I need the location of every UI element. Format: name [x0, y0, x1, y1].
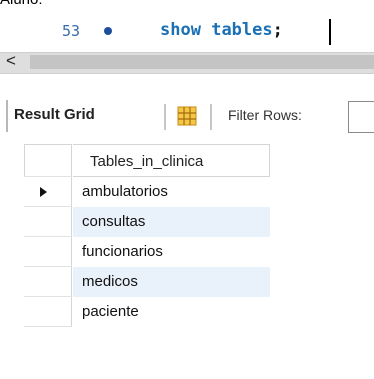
breakpoint-dot-icon[interactable]	[104, 27, 112, 35]
table-cell[interactable]: ambulatorios	[73, 177, 270, 207]
toolbar-separator	[6, 100, 8, 132]
table-row[interactable]: medicos	[24, 267, 270, 297]
table-row[interactable]: ambulatorios	[24, 177, 270, 207]
table-row[interactable]: paciente	[24, 297, 270, 327]
toolbar-separator	[210, 104, 212, 130]
table-cell[interactable]: funcionarios	[73, 237, 270, 267]
table-cell[interactable]: paciente	[73, 297, 270, 327]
sql-keyword-tables: tables	[211, 20, 273, 40]
scroll-left-icon[interactable]: <	[6, 51, 16, 71]
result-table: Tables_in_clinica ambulatorios consultas…	[24, 144, 270, 327]
text-caret	[329, 19, 331, 45]
table-row[interactable]: consultas	[24, 207, 270, 237]
row-indicator-header[interactable]	[24, 144, 72, 177]
toolbar-separator	[164, 104, 166, 130]
top-cropped-text: Aluno:	[0, 0, 43, 8]
row-indicator[interactable]	[24, 297, 72, 327]
row-indicator[interactable]	[24, 207, 72, 237]
row-indicator[interactable]	[24, 267, 72, 297]
table-cell[interactable]: medicos	[73, 267, 270, 297]
row-indicator[interactable]	[24, 177, 72, 207]
scrollbar-thumb[interactable]	[30, 55, 374, 69]
row-indicator[interactable]	[24, 237, 72, 267]
filter-rows-label: Filter Rows:	[228, 107, 302, 123]
result-grid-tab[interactable]: Result Grid	[14, 106, 95, 123]
sql-editor-line[interactable]: show tables;	[160, 20, 283, 40]
row-selected-arrow-icon	[40, 187, 47, 197]
table-header-row: Tables_in_clinica	[24, 144, 270, 177]
grid-view-icon[interactable]	[177, 106, 197, 126]
editor-line-number: 53	[62, 22, 81, 40]
filter-rows-input[interactable]	[348, 101, 374, 133]
column-header[interactable]: Tables_in_clinica	[73, 144, 270, 177]
table-cell[interactable]: consultas	[73, 207, 270, 237]
sql-semicolon: ;	[272, 20, 283, 40]
sql-keyword-show: show	[160, 20, 201, 40]
table-row[interactable]: funcionarios	[24, 237, 270, 267]
